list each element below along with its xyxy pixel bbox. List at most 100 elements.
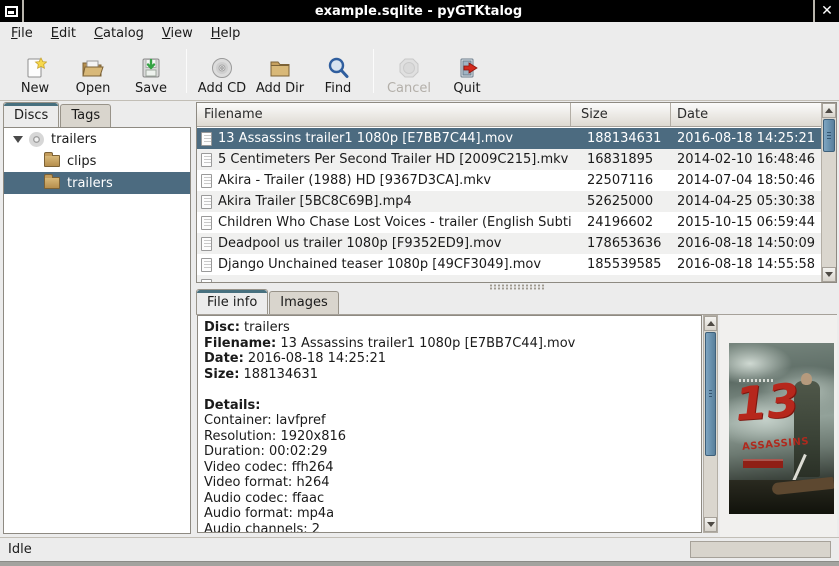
tab-discs[interactable]: Discs [3, 102, 59, 127]
file-list-rows: 13 Assassins trailer1 1080p [E7BB7C44].m… [197, 128, 821, 282]
tree-label: trailers [51, 132, 97, 147]
table-row[interactable]: Django Unchained teaser 1080p [49CF3049]… [197, 254, 821, 275]
add-dir-label: Add Dir [256, 82, 304, 96]
file-name: Children Who Chase Lost Voices - trailer… [218, 215, 571, 230]
info-line: Container: lavfpref [204, 413, 701, 429]
file-size: 24196602 [571, 215, 671, 230]
file-icon [201, 258, 212, 272]
tree-label: clips [67, 154, 96, 169]
file-size: 52625000 [571, 194, 671, 209]
table-row[interactable] [197, 275, 821, 282]
arrow-down-icon [825, 272, 833, 277]
file-name: Django Unchained teaser 1080p [49CF3049]… [218, 257, 541, 272]
column-header-date[interactable]: Date [671, 103, 836, 126]
arrow-down-icon [707, 522, 715, 527]
poster-title: 13 [733, 377, 800, 427]
file-date: 2014-07-04 18:50:46 [671, 173, 821, 188]
thumbnail-panel: 13 ASSASSINS [720, 315, 837, 537]
save-button[interactable]: Save [122, 46, 180, 96]
menu-file[interactable]: File [2, 24, 42, 43]
column-header-filename[interactable]: Filename [197, 103, 571, 126]
toolbar-separator [373, 49, 374, 93]
tab-file-info[interactable]: File info [196, 289, 268, 314]
titlebar: example.sqlite - pyGTKtalog ✕ [0, 0, 839, 22]
column-header-size[interactable]: Size [571, 103, 671, 126]
file-icon [201, 237, 212, 251]
cancel-button: Cancel [380, 46, 438, 96]
info-scrollbar[interactable] [703, 315, 718, 533]
quit-button[interactable]: Quit [438, 46, 496, 96]
file-name: 5 Centimeters Per Second Trailer HD [200… [218, 152, 568, 167]
add-cd-button[interactable]: Add CD [193, 46, 251, 96]
tab-images[interactable]: Images [269, 291, 339, 314]
info-line: Resolution: 1920x816 [204, 429, 701, 445]
file-name: Akira - Trailer (1988) HD [9367D3CA].mkv [218, 173, 491, 188]
scroll-down-button[interactable] [704, 517, 717, 532]
scrollbar-thumb[interactable] [823, 119, 835, 152]
scroll-up-button[interactable] [704, 316, 717, 331]
window-menu-button[interactable] [0, 0, 24, 22]
menubar: File Edit Catalog View Help [0, 22, 839, 44]
file-icon [201, 153, 212, 167]
info-line: Audio channels: 2 [204, 522, 701, 534]
find-button[interactable]: Find [309, 46, 367, 96]
folder-icon [268, 56, 292, 80]
menu-catalog[interactable]: Catalog [85, 24, 153, 43]
tree-item-trailers[interactable]: trailers [4, 172, 190, 194]
quit-label: Quit [453, 82, 480, 96]
scrollbar-thumb[interactable] [705, 332, 716, 456]
open-button[interactable]: Open [64, 46, 122, 96]
sidebar: Discs Tags trailers clips trailers [3, 103, 191, 534]
new-document-icon [23, 56, 47, 80]
disc-tree: trailers clips trailers [3, 127, 191, 534]
status-message: Idle [4, 541, 684, 559]
table-row[interactable]: Akira - Trailer (1988) HD [9367D3CA].mkv… [197, 170, 821, 191]
poster-image[interactable]: 13 ASSASSINS [729, 343, 834, 514]
save-icon [139, 56, 163, 80]
save-label: Save [135, 82, 167, 96]
scroll-up-button[interactable] [822, 103, 836, 118]
arrow-up-icon [825, 108, 833, 113]
tree-item-trailers-root[interactable]: trailers [4, 128, 190, 150]
new-label: New [21, 82, 49, 96]
file-info-text: Disc: trailersFilename: 13 Assassins tra… [197, 315, 702, 533]
info-line [204, 382, 701, 398]
table-row[interactable]: 5 Centimeters Per Second Trailer HD [200… [197, 149, 821, 170]
file-icon [201, 132, 212, 146]
toolbar-separator [186, 49, 187, 93]
close-button[interactable]: ✕ [813, 0, 839, 22]
expander-icon[interactable] [13, 136, 23, 143]
file-date: 2016-08-18 14:50:09 [671, 236, 821, 251]
file-size: 178653636 [571, 236, 671, 251]
info-line: Size: 188134631 [204, 367, 701, 383]
menu-view[interactable]: View [153, 24, 202, 43]
file-icon [201, 174, 212, 188]
info-line: Disc: trailers [204, 320, 701, 336]
arrow-up-icon [707, 321, 715, 326]
tab-tags[interactable]: Tags [60, 104, 111, 127]
file-date: 2016-08-18 14:55:58 [671, 257, 821, 272]
search-icon [326, 56, 350, 80]
menu-help[interactable]: Help [202, 24, 250, 43]
info-line: Filename: 13 Assassins trailer1 1080p [E… [204, 336, 701, 352]
tree-item-clips[interactable]: clips [4, 150, 190, 172]
cd-icon [29, 132, 44, 147]
table-row[interactable]: Children Who Chase Lost Voices - trailer… [197, 212, 821, 233]
statusbar: Idle [0, 537, 839, 561]
info-line: Video format: h264 [204, 475, 701, 491]
toolbar: New Open Save Add CD Add Dir Find [0, 44, 839, 101]
info-tabs: File info Images [196, 290, 837, 314]
add-dir-button[interactable]: Add Dir [251, 46, 309, 96]
file-list-scrollbar[interactable] [821, 103, 836, 282]
window-border [0, 561, 839, 566]
menu-edit[interactable]: Edit [42, 24, 85, 43]
info-line: Audio codec: ffaac [204, 491, 701, 507]
scroll-down-button[interactable] [822, 267, 836, 282]
new-button[interactable]: New [6, 46, 64, 96]
table-row[interactable]: 13 Assassins trailer1 1080p [E7BB7C44].m… [197, 128, 821, 149]
table-row[interactable]: Deadpool us trailer 1080p [F9352ED9].mov… [197, 233, 821, 254]
table-row[interactable]: Akira Trailer [5BC8C69B].mp4 52625000 20… [197, 191, 821, 212]
file-name: Deadpool us trailer 1080p [F9352ED9].mov [218, 236, 502, 251]
window-icon [5, 6, 18, 17]
cd-icon [210, 56, 234, 80]
